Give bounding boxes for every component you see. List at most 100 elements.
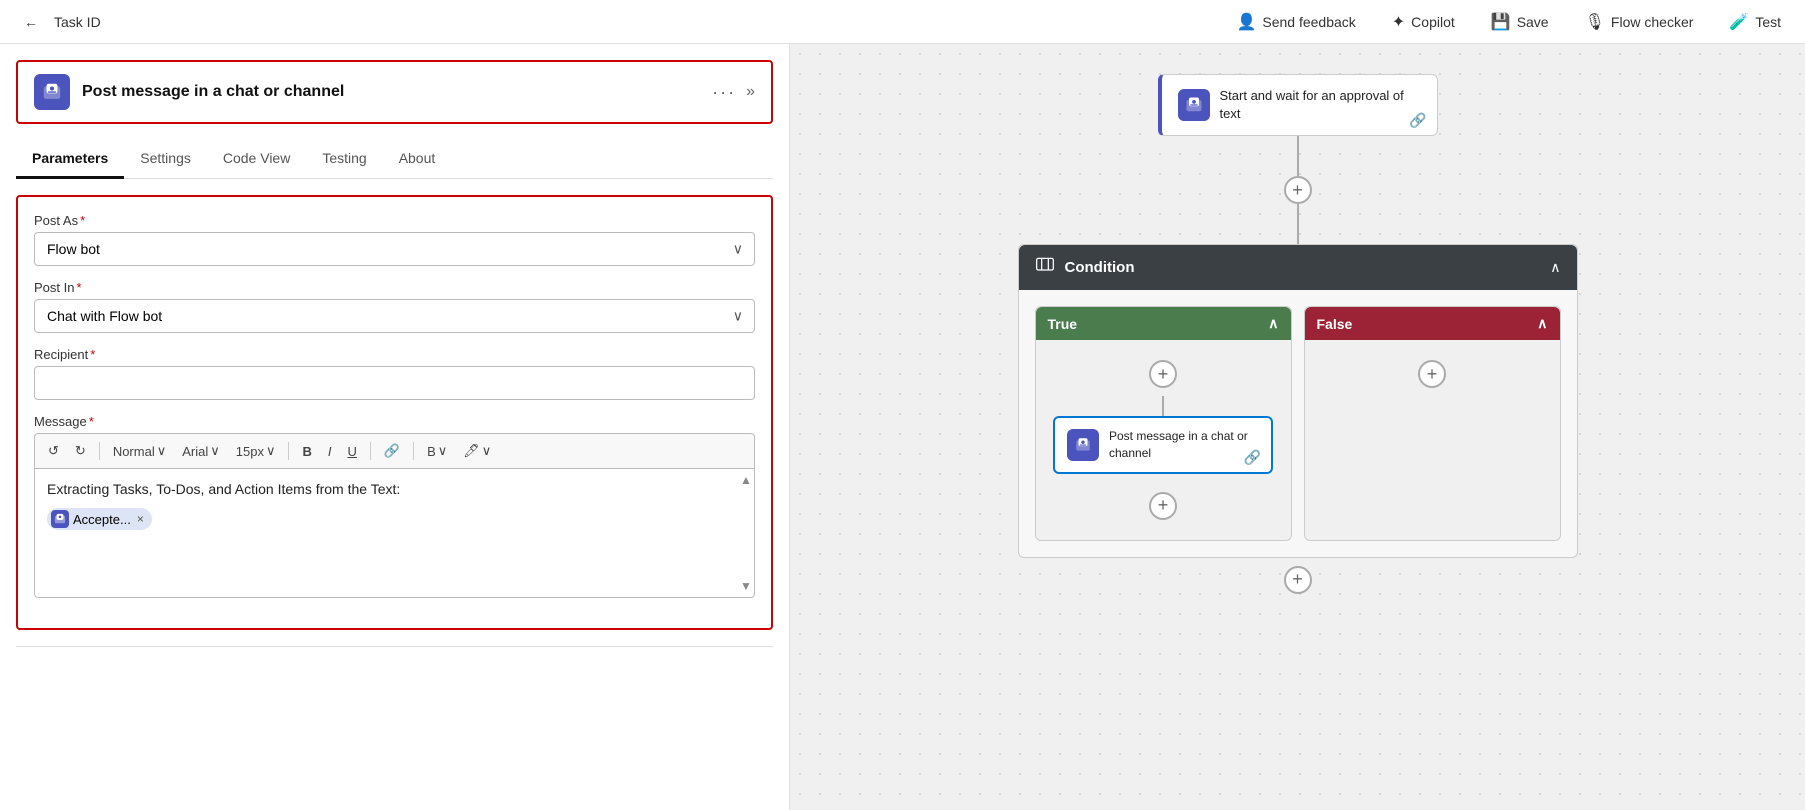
post-message-node-text: Post message in a chat or channel bbox=[1109, 428, 1259, 462]
form-area: Post As * Flow bot ∨ Post In * bbox=[16, 195, 773, 630]
nav-right: 👤 Send feedback ✦ Copilot 💾 Save 🎙 Flow … bbox=[1228, 8, 1789, 36]
condition-title: Condition bbox=[1065, 259, 1135, 276]
false-branch: False ∧ + bbox=[1304, 306, 1561, 541]
scroll-down-icon[interactable]: ▼ bbox=[740, 579, 752, 593]
condition-header: Condition ∧ bbox=[1019, 245, 1577, 290]
send-feedback-label: Send feedback bbox=[1262, 14, 1355, 30]
font-dropdown-button[interactable]: Arial ∨ bbox=[177, 440, 225, 462]
font-color-chevron-icon: ∨ bbox=[438, 443, 448, 459]
rte-tag-close-icon[interactable]: × bbox=[137, 512, 144, 526]
tab-settings[interactable]: Settings bbox=[124, 140, 207, 179]
post-message-link-icon: 🔗 bbox=[1244, 449, 1261, 466]
underline-button[interactable]: U bbox=[343, 441, 362, 462]
post-in-group: Post In * Chat with Flow bot ∨ bbox=[34, 280, 755, 333]
flow-checker-icon: 🎙 bbox=[1585, 12, 1605, 32]
page-title: Task ID bbox=[54, 14, 101, 30]
style-dropdown-button[interactable]: Normal ∨ bbox=[108, 440, 171, 462]
undo-button[interactable]: ↺ bbox=[43, 440, 64, 462]
send-feedback-button[interactable]: 👤 Send feedback bbox=[1228, 8, 1363, 36]
condition-branches: True ∧ + bbox=[1019, 290, 1577, 557]
approval-node-link-icon: 🔗 bbox=[1409, 112, 1426, 129]
back-button[interactable]: ← bbox=[16, 10, 46, 34]
bottom-connector: + bbox=[1284, 566, 1312, 594]
false-branch-content: + bbox=[1305, 340, 1560, 540]
scroll-up-icon[interactable]: ▲ bbox=[740, 473, 752, 487]
add-step-bottom-button[interactable]: + bbox=[1284, 566, 1312, 594]
save-icon: 💾 bbox=[1491, 12, 1511, 32]
recipient-input[interactable] bbox=[34, 366, 755, 400]
size-label: 15px bbox=[236, 444, 264, 459]
false-branch-label: False bbox=[1317, 316, 1353, 332]
tab-about[interactable]: About bbox=[383, 140, 452, 179]
size-dropdown-button[interactable]: 15px ∨ bbox=[231, 440, 281, 462]
approval-node-icon bbox=[1178, 89, 1210, 121]
add-step-true-button[interactable]: + bbox=[1149, 360, 1177, 388]
nav-left: ← Task ID bbox=[16, 10, 101, 34]
save-button[interactable]: 💾 Save bbox=[1483, 8, 1557, 36]
tab-codeview[interactable]: Code View bbox=[207, 140, 306, 179]
font-chevron-icon: ∨ bbox=[210, 443, 220, 459]
rte-content: Extracting Tasks, To-Dos, and Action Ite… bbox=[47, 479, 742, 500]
right-panel: Start and wait for an approval of text 🔗… bbox=[790, 44, 1805, 810]
style-chevron-icon: ∨ bbox=[157, 443, 167, 459]
condition-header-left: Condition bbox=[1035, 255, 1135, 280]
collapse-icon[interactable]: » bbox=[746, 83, 755, 101]
test-label: Test bbox=[1755, 14, 1781, 30]
size-chevron-icon: ∨ bbox=[266, 443, 276, 459]
more-options-icon[interactable]: ··· bbox=[712, 82, 736, 103]
post-as-select-wrapper: Flow bot ∨ bbox=[34, 232, 755, 266]
copilot-button[interactable]: ✦ Copilot bbox=[1384, 8, 1463, 36]
condition-block: Condition ∧ True ∧ + bbox=[1018, 244, 1578, 558]
approval-node-text: Start and wait for an approval of text bbox=[1220, 87, 1421, 123]
action-header: Post message in a chat or channel ··· » bbox=[16, 60, 773, 124]
recipient-required: * bbox=[90, 347, 95, 362]
rte-tag-icon bbox=[51, 510, 69, 528]
action-icon bbox=[34, 74, 70, 110]
true-branch-content: + bbox=[1036, 340, 1291, 540]
post-message-node[interactable]: Post message in a chat or channel 🔗 bbox=[1053, 416, 1273, 474]
rte-tag[interactable]: Accepte... × bbox=[47, 508, 152, 530]
rte-scrollbar[interactable]: ▲ ▼ bbox=[738, 469, 754, 597]
post-in-select-wrapper: Chat with Flow bot ∨ bbox=[34, 299, 755, 333]
copilot-label: Copilot bbox=[1411, 14, 1455, 30]
italic-button[interactable]: I bbox=[323, 441, 337, 462]
highlight-button[interactable]: 🖊 ∨ bbox=[458, 440, 496, 462]
font-label: Arial bbox=[182, 444, 208, 459]
add-step-false-button[interactable]: + bbox=[1418, 360, 1446, 388]
bottom-divider bbox=[16, 646, 773, 647]
post-as-label: Post As * bbox=[34, 213, 755, 228]
post-in-required: * bbox=[76, 280, 81, 295]
post-as-select[interactable]: Flow bot bbox=[34, 232, 755, 266]
tab-parameters[interactable]: Parameters bbox=[16, 140, 124, 179]
top-nav: ← Task ID 👤 Send feedback ✦ Copilot 💾 Sa… bbox=[0, 0, 1805, 44]
true-branch: True ∧ + bbox=[1035, 306, 1292, 541]
tab-bar: Parameters Settings Code View Testing Ab… bbox=[16, 140, 773, 179]
message-required: * bbox=[89, 414, 94, 429]
message-group: Message * ↺ ↻ Normal ∨ Arial ∨ bbox=[34, 414, 755, 598]
recipient-label: Recipient * bbox=[34, 347, 755, 362]
post-in-select[interactable]: Chat with Flow bot bbox=[34, 299, 755, 333]
redo-button[interactable]: ↻ bbox=[70, 440, 91, 462]
condition-chevron-icon[interactable]: ∧ bbox=[1550, 259, 1560, 276]
style-label: Normal bbox=[113, 444, 155, 459]
recipient-group: Recipient * bbox=[34, 347, 755, 400]
flow-canvas: Start and wait for an approval of text 🔗… bbox=[998, 64, 1598, 594]
bold-button[interactable]: B bbox=[297, 441, 316, 462]
approval-node[interactable]: Start and wait for an approval of text 🔗 bbox=[1158, 74, 1438, 136]
tab-testing[interactable]: Testing bbox=[306, 140, 382, 179]
add-step-true-bottom-button[interactable]: + bbox=[1149, 492, 1177, 520]
message-label: Message * bbox=[34, 414, 755, 429]
link-button[interactable]: 🔗 bbox=[379, 440, 405, 462]
add-step-button-1[interactable]: + bbox=[1284, 176, 1312, 204]
action-title: Post message in a chat or channel bbox=[82, 83, 344, 101]
flow-checker-button[interactable]: 🎙 Flow checker bbox=[1577, 8, 1702, 36]
toolbar-sep-3 bbox=[370, 442, 371, 460]
link-icon: 🔗 bbox=[384, 443, 400, 459]
rte-body[interactable]: Extracting Tasks, To-Dos, and Action Ite… bbox=[34, 468, 755, 598]
font-color-button[interactable]: B ∨ bbox=[422, 440, 452, 462]
true-connector-line bbox=[1162, 396, 1164, 416]
test-button[interactable]: 🧪 Test bbox=[1721, 8, 1789, 36]
post-in-label: Post In * bbox=[34, 280, 755, 295]
true-branch-connector bbox=[1162, 396, 1164, 416]
toolbar-sep-4 bbox=[413, 442, 414, 460]
